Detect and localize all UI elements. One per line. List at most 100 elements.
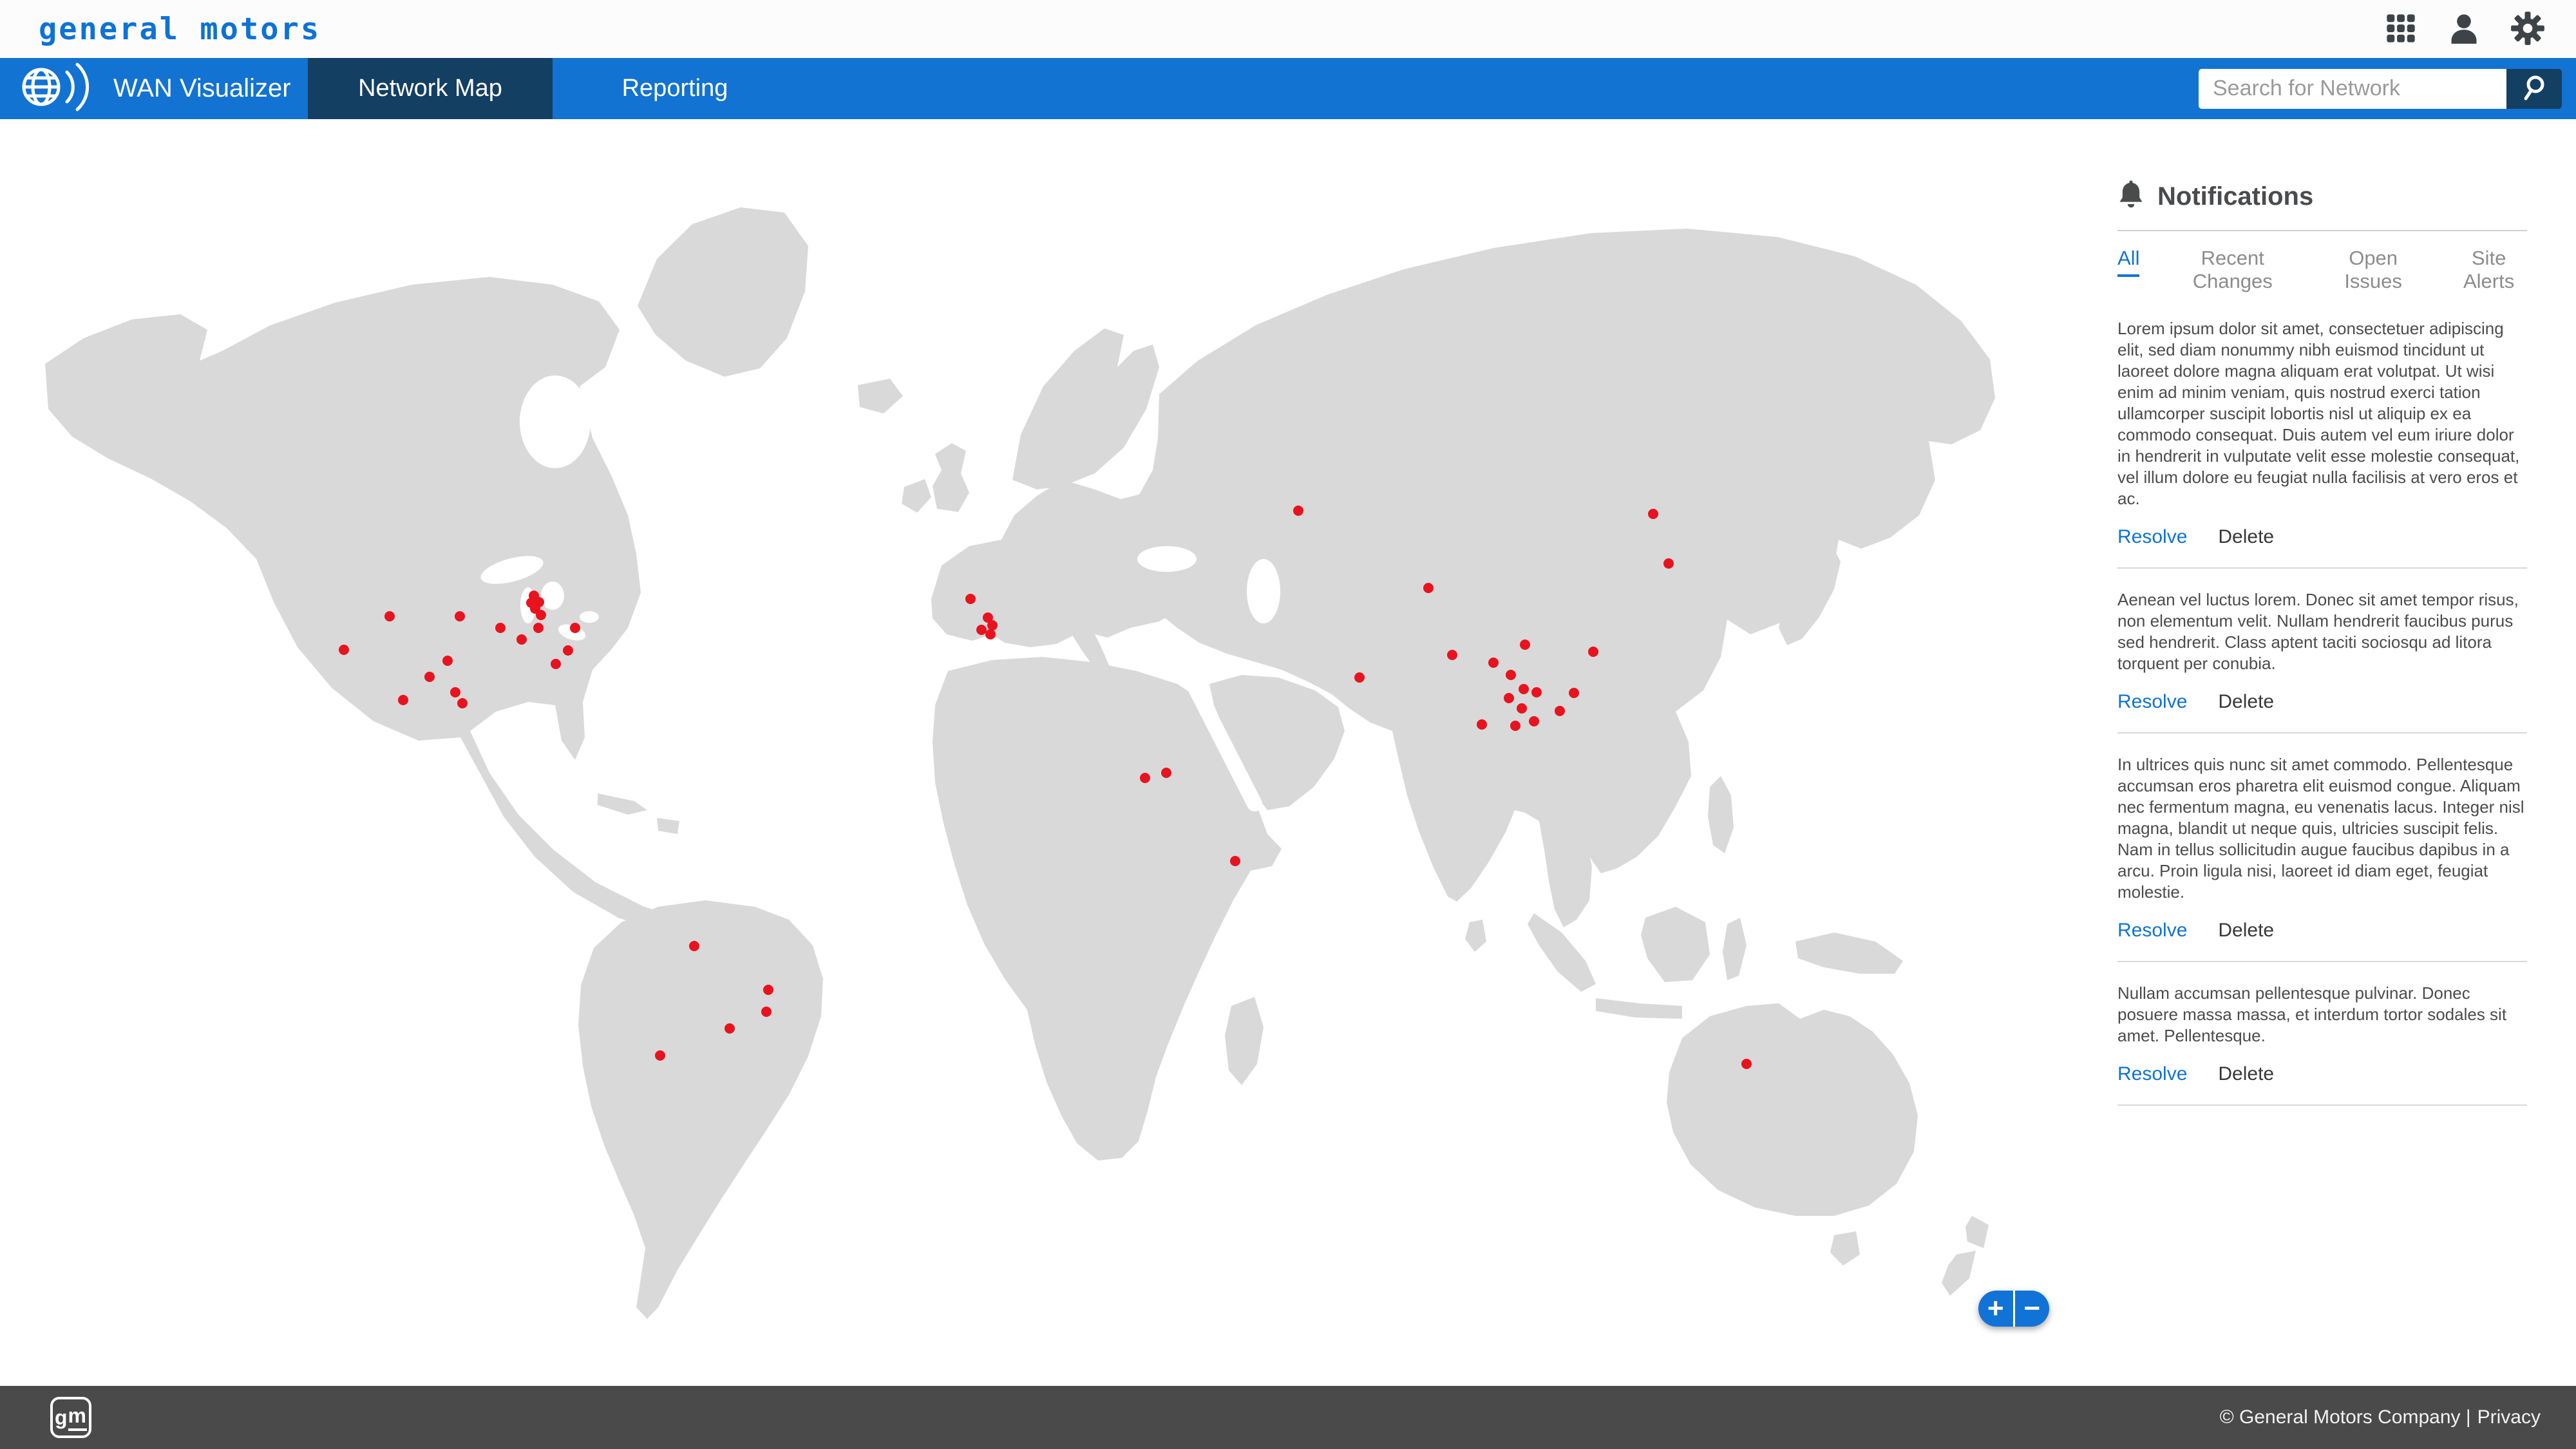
site-marker[interactable] xyxy=(1504,693,1514,703)
site-marker[interactable] xyxy=(724,1023,735,1034)
site-marker[interactable] xyxy=(1354,672,1365,683)
filter-all[interactable]: All xyxy=(2117,247,2139,277)
map-zoom-control: + − xyxy=(1978,1291,2049,1327)
site-marker[interactable] xyxy=(1230,856,1240,866)
site-marker[interactable] xyxy=(1520,639,1530,650)
filter-site-alerts[interactable]: Site Alerts xyxy=(2450,247,2527,298)
copyright-text: © General Motors Company | xyxy=(2220,1406,2471,1428)
delete-link[interactable]: Delete xyxy=(2218,920,2274,942)
apps-grid-button[interactable] xyxy=(2384,12,2418,47)
divider xyxy=(2117,1104,2527,1106)
site-marker[interactable] xyxy=(761,1007,772,1017)
site-marker[interactable] xyxy=(1519,684,1529,694)
notifications-header: Notifications xyxy=(2117,180,2527,213)
site-marker[interactable] xyxy=(689,941,699,951)
site-marker[interactable] xyxy=(384,611,395,621)
notification-text: Nullam accumsan pellentesque pulvinar. D… xyxy=(2117,983,2527,1046)
privacy-link[interactable]: Privacy xyxy=(2477,1406,2541,1428)
site-marker[interactable] xyxy=(1510,721,1520,731)
site-marker[interactable] xyxy=(398,695,408,705)
site-marker[interactable] xyxy=(442,656,453,666)
site-marker[interactable] xyxy=(1555,706,1565,716)
app-brand: WAN Visualizer xyxy=(0,58,308,119)
user-button[interactable] xyxy=(2447,12,2481,47)
site-marker[interactable] xyxy=(1741,1059,1752,1069)
tab-network-map[interactable]: Network Map xyxy=(308,58,553,119)
site-marker[interactable] xyxy=(339,645,349,655)
zoom-in-button[interactable]: + xyxy=(1978,1291,2013,1327)
site-marker[interactable] xyxy=(1447,650,1457,660)
notification-text: Lorem ipsum dolor sit amet, consectetuer… xyxy=(2117,318,2527,509)
divider xyxy=(2117,961,2527,962)
notification-filters: All Recent Changes Open Issues Site Aler… xyxy=(2117,247,2527,298)
site-marker[interactable] xyxy=(965,594,976,604)
page-footer: gm © General Motors Company | Privacy xyxy=(0,1386,2576,1449)
site-marker[interactable] xyxy=(533,623,544,633)
gm-logo-g: g xyxy=(55,1406,68,1430)
notification-item: Lorem ipsum dolor sit amet, consectetuer… xyxy=(2117,318,2527,569)
delete-link[interactable]: Delete xyxy=(2218,1063,2274,1085)
delete-link[interactable]: Delete xyxy=(2218,691,2274,713)
resolve-link[interactable]: Resolve xyxy=(2117,1063,2187,1085)
notifications-panel: Notifications All Recent Changes Open Is… xyxy=(2117,180,2527,1106)
user-icon xyxy=(2447,12,2481,47)
filter-recent-changes[interactable]: Recent Changes xyxy=(2169,247,2296,298)
site-marker[interactable] xyxy=(516,634,527,645)
resolve-link[interactable]: Resolve xyxy=(2117,526,2187,548)
gm-logo-badge: gm xyxy=(50,1397,91,1438)
site-marker[interactable] xyxy=(655,1050,665,1061)
site-marker[interactable] xyxy=(495,623,506,633)
site-marker[interactable] xyxy=(424,672,435,682)
site-marker[interactable] xyxy=(763,985,773,995)
site-marker[interactable] xyxy=(1161,768,1171,778)
site-marker[interactable] xyxy=(1531,687,1542,697)
delete-link[interactable]: Delete xyxy=(2218,526,2274,548)
settings-button[interactable] xyxy=(2510,11,2545,48)
site-marker[interactable] xyxy=(1663,558,1674,569)
site-marker[interactable] xyxy=(455,611,465,621)
notification-text: Aenean vel luctus lorem. Donec sit amet … xyxy=(2117,589,2527,674)
search-button[interactable] xyxy=(2506,69,2562,109)
app-navbar: WAN Visualizer Network Map Reporting xyxy=(0,58,2576,119)
notification-item: Nullam accumsan pellentesque pulvinar. D… xyxy=(2117,983,2527,1106)
zoom-out-button[interactable]: − xyxy=(2013,1291,2050,1327)
site-marker[interactable] xyxy=(1588,647,1598,657)
site-marker[interactable] xyxy=(551,659,561,669)
site-marker[interactable] xyxy=(563,645,573,656)
site-marker[interactable] xyxy=(1569,688,1579,698)
site-marker[interactable] xyxy=(985,629,996,639)
resolve-link[interactable]: Resolve xyxy=(2117,691,2187,713)
site-marker[interactable] xyxy=(1529,716,1539,726)
site-marker[interactable] xyxy=(1506,670,1516,680)
divider xyxy=(2117,567,2527,569)
search-input[interactable] xyxy=(2199,69,2506,109)
footer-legal: © General Motors Company | Privacy xyxy=(2220,1406,2541,1428)
gear-icon xyxy=(2510,11,2545,48)
notification-item: In ultrices quis nunc sit amet commodo. … xyxy=(2117,754,2527,962)
gm-logo-m: m xyxy=(68,1404,87,1431)
site-marker[interactable] xyxy=(1423,583,1434,593)
site-marker[interactable] xyxy=(1648,509,1658,519)
resolve-link[interactable]: Resolve xyxy=(2117,920,2187,942)
site-marker[interactable] xyxy=(1477,719,1487,730)
site-marker[interactable] xyxy=(1488,658,1499,668)
filter-open-issues[interactable]: Open Issues xyxy=(2325,247,2421,298)
notification-item: Aenean vel luctus lorem. Donec sit amet … xyxy=(2117,589,2527,734)
divider xyxy=(2117,230,2527,231)
network-search xyxy=(2199,58,2562,119)
site-marker[interactable] xyxy=(1140,773,1150,783)
divider xyxy=(2117,732,2527,734)
tab-reporting[interactable]: Reporting xyxy=(553,58,797,119)
site-marker[interactable] xyxy=(457,698,468,708)
site-marker[interactable] xyxy=(1517,703,1527,714)
gm-wordmark[interactable]: general motors xyxy=(39,12,321,47)
header-icons xyxy=(2384,11,2545,48)
top-header: general motors xyxy=(0,0,2576,58)
bell-icon xyxy=(2117,180,2145,213)
site-marker[interactable] xyxy=(570,623,580,633)
notification-text: In ultrices quis nunc sit amet commodo. … xyxy=(2117,754,2527,903)
site-marker[interactable] xyxy=(450,687,460,697)
site-marker[interactable] xyxy=(1293,506,1303,516)
app-title: WAN Visualizer xyxy=(113,74,291,103)
site-marker[interactable] xyxy=(536,610,546,620)
